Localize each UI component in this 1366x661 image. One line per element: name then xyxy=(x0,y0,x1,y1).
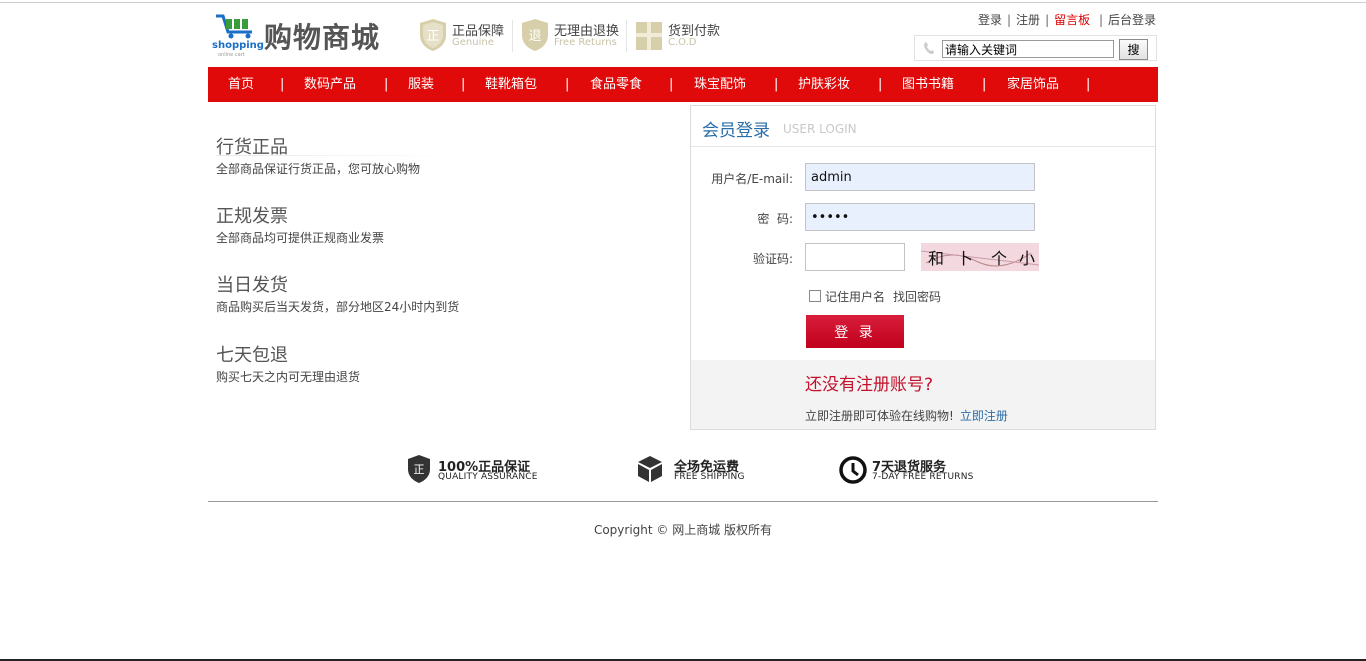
remember-label[interactable]: 记住用户名 xyxy=(825,290,885,304)
captcha-label: 验证码: xyxy=(752,252,793,266)
feature-desc: 全部商品保证行货正品，您可放心购物 xyxy=(216,162,421,176)
register-link[interactable]: 注册 xyxy=(1016,13,1040,27)
nav-item-jewelry[interactable]: 珠宝配饰 xyxy=(694,67,746,102)
search-bar: 搜 xyxy=(914,35,1157,61)
shipping-box-icon xyxy=(638,456,662,482)
register-now-link[interactable]: 立即注册 xyxy=(960,409,1008,423)
login-title: 会员登录 xyxy=(702,121,770,141)
captcha-input[interactable] xyxy=(805,243,905,271)
guestbook-link[interactable]: 留言板 xyxy=(1054,13,1090,27)
nav-item-food[interactable]: 食品零食 xyxy=(590,67,642,102)
cart-icon xyxy=(216,14,252,39)
top-links: 登录 | 注册 | 留言板 | 后台登录 xyxy=(977,13,1156,27)
captcha-char: 小 xyxy=(1019,249,1036,268)
nav-item-home-decor[interactable]: 家居饰品 xyxy=(1007,67,1059,102)
svg-text:正: 正 xyxy=(426,29,439,44)
captcha-char: 卜 xyxy=(957,249,974,268)
nav-item-books[interactable]: 图书书籍 xyxy=(902,67,954,102)
admin-login-link[interactable]: 后台登录 xyxy=(1108,13,1156,27)
nav-item-home[interactable]: 首页 xyxy=(228,67,254,102)
captcha-image[interactable]: 和 卜 个 小 xyxy=(921,243,1039,271)
search-input[interactable] xyxy=(942,40,1114,58)
feature-desc: 购买七天之内可无理由退货 xyxy=(216,370,361,384)
nav-item-shoes-bags[interactable]: 鞋靴箱包 xyxy=(485,67,537,102)
password-label: 密 码: xyxy=(757,212,793,226)
badge-subtitle: Genuine xyxy=(452,37,494,48)
register-area: 还没有注册账号? 立即注册即可体验在线购物! 立即注册 xyxy=(691,360,1155,429)
captcha-char: 和 xyxy=(928,249,945,268)
feature-title: 当日发货 xyxy=(216,275,288,296)
service-subtitle: QUALITY ASSURANCE xyxy=(438,472,538,482)
logo-text: 购物商城 xyxy=(264,21,381,54)
badge-divider xyxy=(512,20,513,52)
login-button[interactable]: 登 录 xyxy=(806,315,904,348)
feature-sameday: 当日发货 商品购买后当天发货，部分地区24小时内到货 xyxy=(216,271,459,315)
main-nav: 首页 | 数码产品 | 服装 | 鞋靴箱包 | 食品零食 | 珠宝配饰 | 护肤… xyxy=(208,67,1158,102)
nav-item-clothing[interactable]: 服装 xyxy=(408,67,434,102)
badge-divider xyxy=(626,20,627,52)
footer-divider xyxy=(208,501,1158,502)
username-input[interactable] xyxy=(805,163,1035,191)
register-question: 还没有注册账号? xyxy=(805,375,934,395)
quality-shield-icon: 正 xyxy=(408,455,430,483)
captcha-char: 个 xyxy=(991,249,1008,268)
copyright: Copyright © 网上商城 版权所有 xyxy=(593,523,773,537)
password-input[interactable] xyxy=(805,203,1035,231)
feature-invoice: 正规发票 全部商品均可提供正规商业发票 xyxy=(216,202,384,246)
svg-text:退: 退 xyxy=(528,29,541,44)
badge-subtitle: C.O.D xyxy=(668,37,697,48)
clock-icon xyxy=(839,456,867,484)
feature-returns: 七天包退 购买七天之内可无理由退货 xyxy=(216,341,360,385)
login-subtitle: USER LOGIN xyxy=(783,122,857,136)
divider xyxy=(216,155,456,156)
badge-subtitle: Free Returns xyxy=(554,37,617,48)
login-panel: 会员登录 USER LOGIN 用户名/E-mail: 密 码: 验证码: 和 … xyxy=(690,105,1156,430)
phone-icon xyxy=(924,42,934,54)
login-link[interactable]: 登录 xyxy=(978,13,1002,27)
logo-subtext: shopping xyxy=(212,40,264,51)
register-text: 立即注册即可体验在线购物! 立即注册 xyxy=(805,409,1008,423)
feature-title: 七天包退 xyxy=(216,345,288,366)
nav-item-digital[interactable]: 数码产品 xyxy=(304,67,356,102)
returns-shield-icon: 退 xyxy=(522,19,548,51)
genuine-shield-icon: 正 xyxy=(420,19,446,51)
remember-checkbox[interactable] xyxy=(809,290,821,302)
svg-text:正: 正 xyxy=(414,463,425,476)
logo[interactable]: 购物商城 shopping online cart xyxy=(212,14,392,58)
gift-box-icon xyxy=(636,22,662,50)
login-header: 会员登录 USER LOGIN xyxy=(691,106,1155,147)
service-subtitle: 7-DAY FREE RETURNS xyxy=(872,472,974,482)
forgot-password-link[interactable]: 找回密码 xyxy=(893,290,941,304)
nav-item-cosmetics[interactable]: 护肤彩妆 xyxy=(798,67,850,102)
username-label: 用户名/E-mail: xyxy=(711,172,793,186)
search-button[interactable]: 搜 xyxy=(1119,39,1148,60)
top-border xyxy=(0,2,1366,3)
logo-tagline: online cart xyxy=(218,52,245,58)
feature-title: 正规发票 xyxy=(216,206,288,227)
remember-row: 记住用户名 找回密码 xyxy=(809,288,941,305)
service-subtitle: FREE SHIPPING xyxy=(674,472,745,482)
feature-desc: 商品购买后当天发货，部分地区24小时内到货 xyxy=(216,300,460,314)
feature-desc: 全部商品均可提供正规商业发票 xyxy=(216,231,385,245)
